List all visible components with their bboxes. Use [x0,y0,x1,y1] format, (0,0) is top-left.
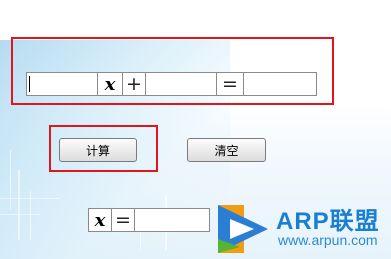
background-streak [0,198,60,199]
operand-a-cell[interactable] [26,72,98,96]
background-streak [0,214,40,215]
answer-equals-sign: = [111,208,135,232]
equation-variable: x [97,72,123,96]
operand-b-cell[interactable] [145,72,217,96]
play-icon [218,205,268,253]
equals-sign: = [216,72,244,96]
result-input[interactable] [244,73,316,95]
answer-variable: x [88,208,112,232]
background-streak [18,170,20,240]
result-cell[interactable] [243,72,317,96]
plus-sign: + [122,72,146,96]
calculate-button[interactable]: 计算 [59,138,137,162]
watermark-logo: ARP联盟 www.arpun.com [210,199,391,259]
operand-b-input[interactable] [146,73,216,95]
watermark-brand: ARP联盟 [276,208,380,235]
clear-button[interactable]: 清空 [187,138,266,162]
operand-a-input[interactable] [29,73,97,95]
answer-row: x = [88,208,210,232]
answer-value-cell [134,208,210,232]
watermark-url: www.arpun.com [278,232,378,248]
equation-row: x + = [26,72,317,96]
background-streak [10,150,11,210]
